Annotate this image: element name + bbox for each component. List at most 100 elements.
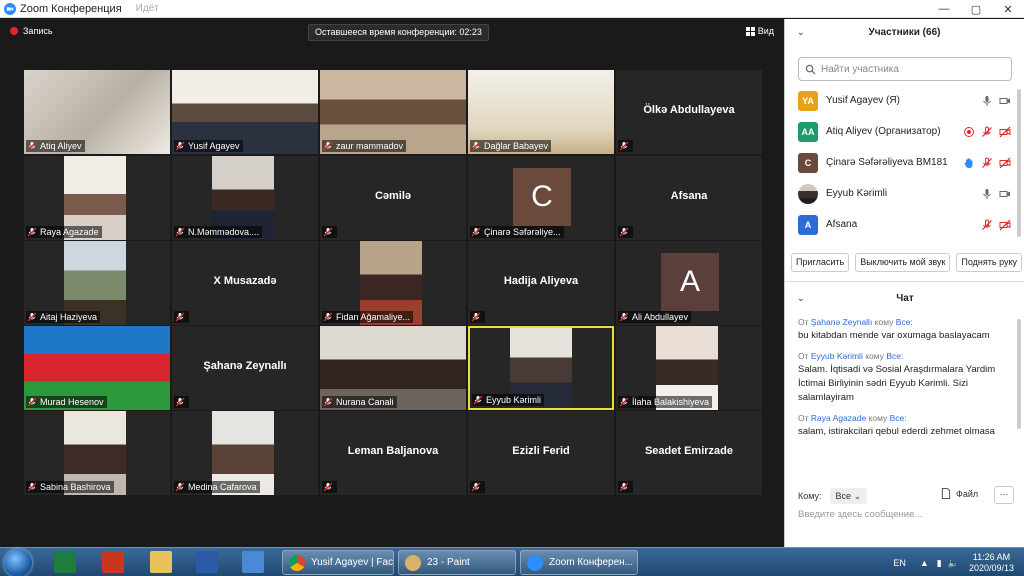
participant-name: Raya Agazade xyxy=(40,227,99,237)
file-label: Файл xyxy=(956,488,979,499)
participant-row[interactable]: A Afsana xyxy=(785,209,1024,240)
participant-tile[interactable]: A Ali Abdullayev xyxy=(616,241,762,325)
chat-message: От Raya Agazade кому Все: salam, istirakc… xyxy=(798,413,1012,439)
chat-message-input[interactable]: Введите здесь сообщение... xyxy=(798,509,1012,525)
task-zoom[interactable]: Zoom Конферен... xyxy=(520,550,638,575)
participant-name: Dağlar Babayev xyxy=(484,141,549,151)
participant-tile[interactable]: Leman Baljanova xyxy=(320,411,466,495)
invite-button[interactable]: Пригласить xyxy=(791,253,850,272)
participant-display-name: Cəmilə xyxy=(374,190,412,202)
participant-tile[interactable]: Şahanə Zeynallı xyxy=(172,326,318,410)
chat-message-text: bu kitabdan mende var oxumaga baslayacam xyxy=(798,330,990,341)
participant-tile[interactable]: İlaha Balakishiyeva xyxy=(616,326,762,410)
record-dot-icon xyxy=(10,27,18,35)
participant-tile[interactable]: Aitaj Haziyeva xyxy=(24,241,170,325)
participant-name: Fidan Ağamaliye... xyxy=(336,312,411,322)
muted-mic-icon xyxy=(473,395,483,405)
clock[interactable]: 11:26 AM 2020/09/13 xyxy=(969,552,1014,574)
participant-tile[interactable]: Atiq Aliyev xyxy=(24,70,170,154)
participant-avatar: C xyxy=(798,152,818,173)
task-paint[interactable]: 23 - Paint xyxy=(398,550,516,575)
recording-indicator[interactable]: Запись xyxy=(10,26,53,36)
clock-date: 2020/09/13 xyxy=(968,563,1014,573)
participant-tile[interactable]: Hadija Aliyeva xyxy=(468,241,614,325)
raise-hand-button[interactable]: Поднять руку xyxy=(956,253,1023,272)
mute-me-button[interactable]: Выключить мой звук xyxy=(855,253,951,272)
start-button[interactable] xyxy=(4,549,32,576)
task-paint-label: 23 - Paint xyxy=(427,557,470,568)
muted-mic-icon xyxy=(27,141,37,151)
powerpoint-icon[interactable] xyxy=(102,551,124,573)
participant-status-icons xyxy=(981,188,1011,200)
tray-expand-icon[interactable]: ▲ xyxy=(920,558,929,568)
participant-avatar: A xyxy=(798,214,818,235)
participant-tile[interactable]: zaur mammadov xyxy=(320,70,466,154)
participant-tile[interactable]: N.Məmmədova.... xyxy=(172,156,318,240)
participant-tile[interactable]: Seadet Emirzade xyxy=(616,411,762,495)
participant-tile[interactable]: Medina Cafarova xyxy=(172,411,318,495)
chat-scrollbar[interactable] xyxy=(1017,319,1021,429)
participant-row[interactable]: YA Yusif Agayev (Я) xyxy=(785,85,1024,116)
chat-sender[interactable]: Eyyub Kərimli xyxy=(811,351,863,361)
collapse-chevron-icon[interactable]: ⌄ xyxy=(797,27,805,38)
participant-name-label xyxy=(322,481,337,493)
muted-mic-icon xyxy=(175,227,185,237)
participant-tile[interactable]: Raya Agazade xyxy=(24,156,170,240)
participant-tile[interactable]: Dağlar Babayev xyxy=(468,70,614,154)
participant-tile[interactable]: X Musazadə xyxy=(172,241,318,325)
participant-name: Eyyub Kərimli xyxy=(486,395,542,405)
participant-name-label: N.Məmmədova.... xyxy=(174,226,263,238)
muted-mic-icon xyxy=(619,312,629,322)
participant-display-name: X Musazadə xyxy=(213,275,277,287)
network-icon[interactable]: ▮ xyxy=(937,558,942,569)
participant-display-name: Leman Baljanova xyxy=(347,445,439,457)
participant-tile[interactable]: Nurana Canali xyxy=(320,326,466,410)
language-indicator[interactable]: EN xyxy=(893,558,906,568)
participant-tile[interactable]: Murad Hesenov xyxy=(24,326,170,410)
participant-tile[interactable]: Eyyub Kərimli xyxy=(468,326,614,410)
camera-icon xyxy=(999,190,1010,197)
maximize-button[interactable]: ▢ xyxy=(960,0,992,18)
participant-tile[interactable]: Ölkə Abdullayeva xyxy=(616,70,762,154)
close-button[interactable]: ✕ xyxy=(992,0,1024,18)
participant-tile[interactable]: Yusif Agayev xyxy=(172,70,318,154)
chat-app-icon[interactable] xyxy=(242,551,264,573)
participant-name-label: Yusif Agayev xyxy=(174,140,243,152)
chrome-icon xyxy=(289,554,305,571)
muted-mic-icon xyxy=(27,227,37,237)
participant-tile[interactable]: Cəmilə xyxy=(320,156,466,240)
task-zoom-label: Zoom Конферен... xyxy=(549,557,634,568)
chat-sender[interactable]: Şahanə Zeynallı xyxy=(811,317,872,327)
participant-name-label xyxy=(174,396,189,408)
participant-tile[interactable]: Afsana xyxy=(616,156,762,240)
explorer-icon[interactable] xyxy=(150,551,172,573)
participant-tile[interactable]: C Çinarə Səfərəliye... xyxy=(468,156,614,240)
participant-row[interactable]: AA Atiq Aliyev (Организатор) xyxy=(785,116,1024,147)
file-button[interactable]: Файл xyxy=(941,488,978,499)
video-off-icon xyxy=(999,157,1011,168)
volume-icon[interactable]: 🔈 xyxy=(948,558,959,569)
participant-tile[interactable]: Ezizli Ferid xyxy=(468,411,614,495)
participant-name-label xyxy=(618,481,633,493)
zoom-icon xyxy=(527,554,543,571)
recipient-select[interactable]: Все ⌄ xyxy=(829,488,868,504)
chat-sender[interactable]: Raya Agazade xyxy=(811,413,866,423)
participant-row[interactable]: C Çinarə Səfərəliyeva BM181 xyxy=(785,147,1024,178)
excel-icon[interactable] xyxy=(54,551,76,573)
participant-tile[interactable]: Fidan Ağamaliye... xyxy=(320,241,466,325)
chat-collapse-chevron-icon[interactable]: ⌄ xyxy=(797,293,805,304)
muted-mic-icon xyxy=(323,227,333,237)
word-icon[interactable] xyxy=(196,551,218,573)
record-label: Запись xyxy=(23,26,53,36)
task-chrome[interactable]: Yusif Agayev | Fac... xyxy=(282,550,394,575)
participant-name-label xyxy=(174,311,189,323)
minimize-button[interactable]: — xyxy=(928,0,960,18)
muted-mic-icon xyxy=(323,397,333,407)
participant-scrollbar[interactable] xyxy=(1017,89,1021,237)
view-button[interactable]: Вид xyxy=(745,26,774,36)
muted-mic-icon xyxy=(619,397,629,407)
chat-more-button[interactable]: ··· xyxy=(994,486,1014,504)
participant-row[interactable]: Eyyub Kərimli xyxy=(785,178,1024,209)
participant-tile[interactable]: Sabina Bashirova xyxy=(24,411,170,495)
participant-search-input[interactable]: Найти участника xyxy=(798,57,1012,81)
